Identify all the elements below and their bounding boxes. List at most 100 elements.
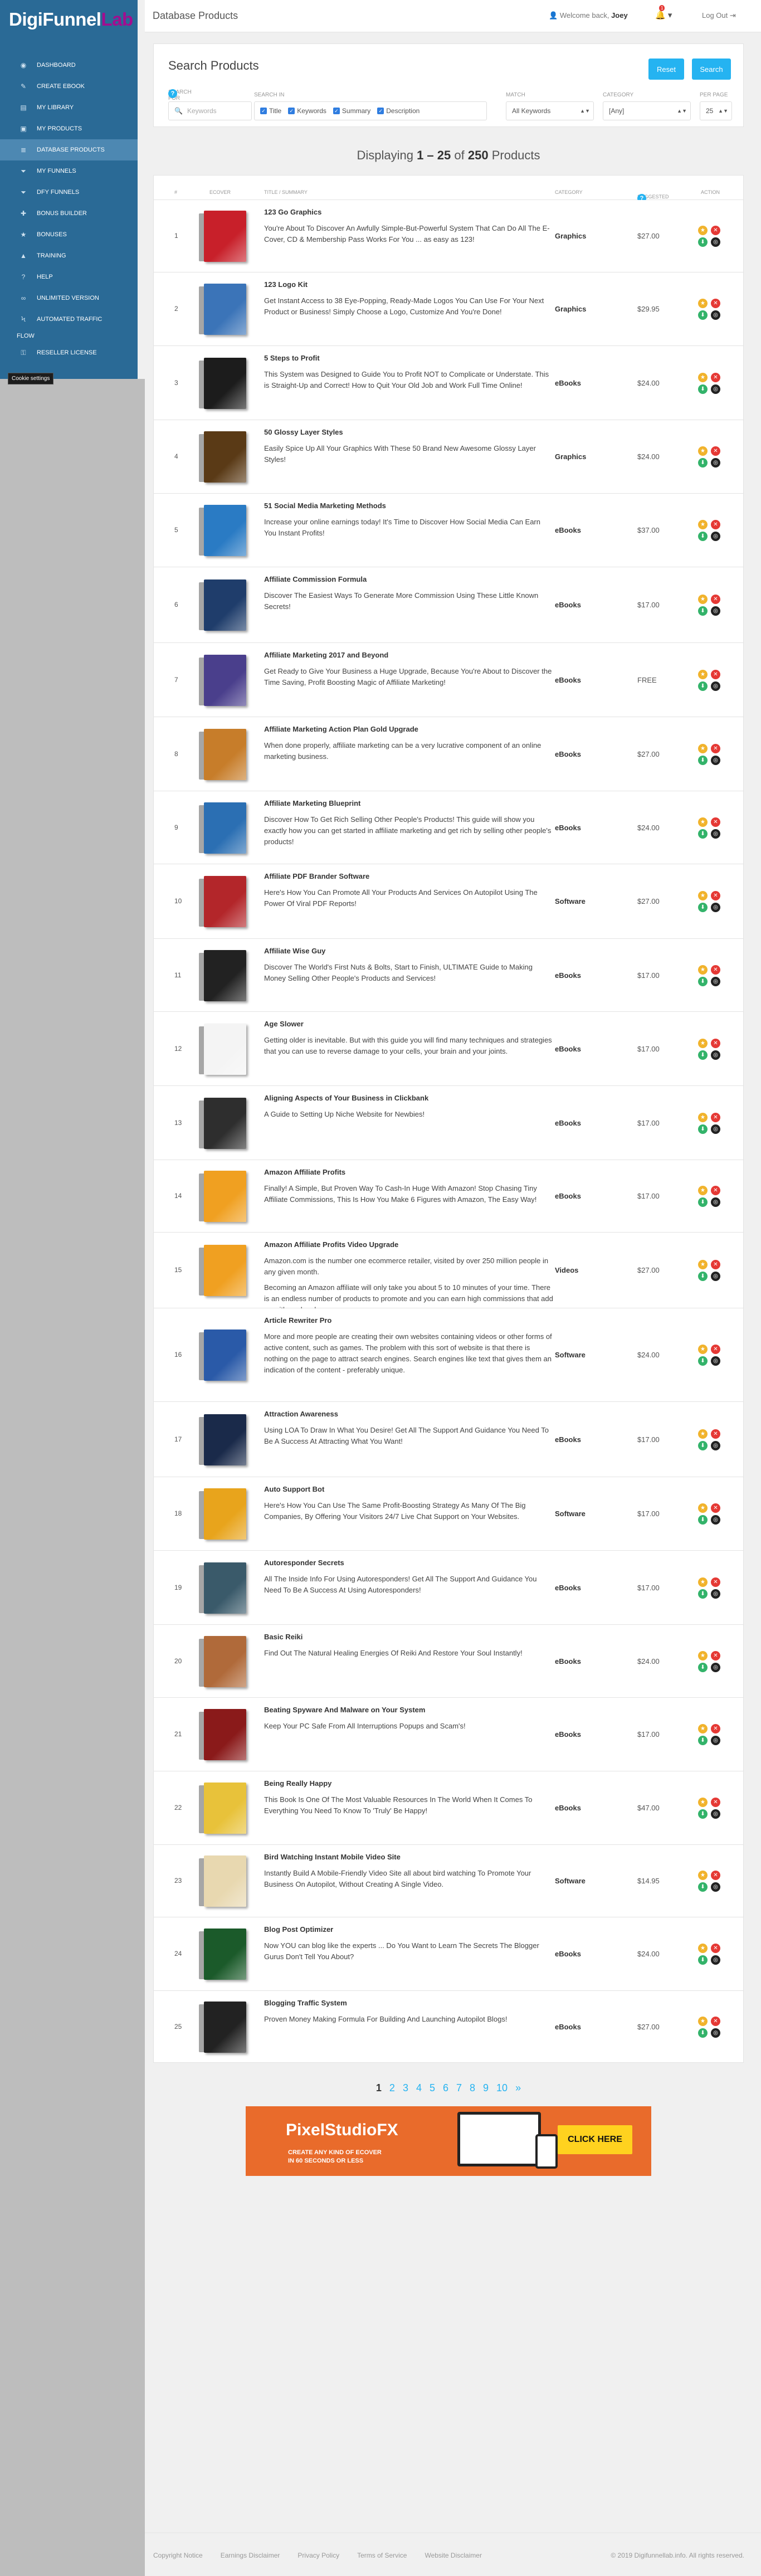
- star-icon[interactable]: ★: [698, 965, 708, 975]
- star-icon[interactable]: ★: [698, 817, 708, 827]
- pager-page[interactable]: 1: [376, 2082, 382, 2094]
- view-icon[interactable]: ◎: [711, 976, 720, 986]
- view-icon[interactable]: ◎: [711, 1197, 720, 1207]
- product-ecover[interactable]: [197, 1019, 253, 1080]
- download-icon[interactable]: ⬇: [698, 1197, 708, 1207]
- view-icon[interactable]: ◎: [711, 606, 720, 616]
- product-title[interactable]: Attraction Awareness: [264, 1410, 554, 1418]
- product-title[interactable]: Age Slower: [264, 1020, 554, 1028]
- delete-icon[interactable]: ✕: [711, 1798, 720, 1807]
- download-icon[interactable]: ⬇: [698, 755, 708, 765]
- product-ecover[interactable]: [197, 1996, 253, 2058]
- product-title[interactable]: Blogging Traffic System: [264, 1999, 554, 2007]
- sidebar-item-bonus-builder[interactable]: ✚ Bonus Builder: [0, 203, 138, 224]
- download-icon[interactable]: ⬇: [698, 2028, 708, 2038]
- help-icon[interactable]: ?: [168, 89, 177, 98]
- view-icon[interactable]: ◎: [711, 903, 720, 912]
- delete-icon[interactable]: ✕: [711, 669, 720, 679]
- download-icon[interactable]: ⬇: [698, 1440, 708, 1450]
- pager-page[interactable]: 3: [403, 2082, 408, 2094]
- logout-link[interactable]: Log Out ⇥: [702, 11, 736, 20]
- product-title[interactable]: Amazon Affiliate Profits Video Upgrade: [264, 1240, 554, 1249]
- product-ecover[interactable]: [197, 279, 253, 340]
- sidebar-item-training[interactable]: ▲ Training: [0, 245, 138, 266]
- download-icon[interactable]: ⬇: [698, 829, 708, 839]
- star-icon[interactable]: ★: [698, 1871, 708, 1880]
- delete-icon[interactable]: ✕: [711, 1944, 720, 1953]
- sidebar-item-unlimited-version[interactable]: ∞ Unlimited Version: [0, 288, 138, 309]
- search-button[interactable]: Search: [692, 59, 731, 80]
- pager-next[interactable]: »: [515, 2082, 521, 2094]
- download-icon[interactable]: ⬇: [698, 1736, 708, 1745]
- product-title[interactable]: Affiliate Commission Formula: [264, 575, 554, 583]
- view-icon[interactable]: ◎: [711, 458, 720, 468]
- download-icon[interactable]: ⬇: [698, 1356, 708, 1366]
- download-icon[interactable]: ⬇: [698, 1809, 708, 1819]
- product-ecover[interactable]: [197, 945, 253, 1006]
- product-ecover[interactable]: [197, 1778, 253, 1839]
- product-title[interactable]: Being Really Happy: [264, 1779, 554, 1788]
- sidebar-item-dfy-funnels[interactable]: ⏷ DFY Funnels: [0, 182, 138, 203]
- view-icon[interactable]: ◎: [711, 1515, 720, 1525]
- reset-button[interactable]: Reset: [648, 59, 684, 80]
- pager-page[interactable]: 6: [443, 2082, 448, 2094]
- delete-icon[interactable]: ✕: [711, 817, 720, 827]
- delete-icon[interactable]: ✕: [711, 891, 720, 900]
- sidebar-item-dashboard[interactable]: ◉ Dashboard: [0, 55, 138, 76]
- footer-link[interactable]: Earnings Disclaimer: [221, 2551, 280, 2559]
- product-ecover[interactable]: [197, 1324, 253, 1386]
- product-title[interactable]: 123 Logo Kit: [264, 280, 554, 289]
- star-icon[interactable]: ★: [698, 372, 708, 382]
- bell-icon[interactable]: 🔔 ▾: [655, 10, 672, 20]
- download-icon[interactable]: ⬇: [698, 237, 708, 247]
- star-icon[interactable]: ★: [698, 1260, 708, 1269]
- view-icon[interactable]: ◎: [711, 755, 720, 765]
- sidebar-item-create-ebook[interactable]: ✎ Create Ebook: [0, 76, 138, 97]
- star-icon[interactable]: ★: [698, 299, 708, 308]
- product-ecover[interactable]: [197, 1704, 253, 1765]
- delete-icon[interactable]: ✕: [711, 595, 720, 604]
- view-icon[interactable]: ◎: [711, 310, 720, 320]
- keyword-input[interactable]: 🔍 Keywords: [168, 101, 252, 120]
- view-icon[interactable]: ◎: [711, 1882, 720, 1892]
- product-ecover[interactable]: [197, 426, 253, 488]
- promo-banner[interactable]: PixelStudioFX CREATE ANY KIND OF ECOVER I…: [246, 2106, 651, 2176]
- delete-icon[interactable]: ✕: [711, 2016, 720, 2026]
- product-title[interactable]: Affiliate Marketing 2017 and Beyond: [264, 651, 554, 659]
- star-icon[interactable]: ★: [698, 891, 708, 900]
- product-title[interactable]: Affiliate PDF Brander Software: [264, 872, 554, 880]
- star-icon[interactable]: ★: [698, 446, 708, 456]
- product-title[interactable]: 51 Social Media Marketing Methods: [264, 501, 554, 510]
- product-title[interactable]: Amazon Affiliate Profits: [264, 1168, 554, 1176]
- product-ecover[interactable]: [197, 1924, 253, 1985]
- delete-icon[interactable]: ✕: [711, 1345, 720, 1354]
- footer-link[interactable]: Privacy Policy: [297, 2551, 339, 2559]
- brand-logo[interactable]: DigiFunnel Lab: [0, 0, 138, 39]
- pager-page[interactable]: 8: [470, 2082, 475, 2094]
- product-title[interactable]: Basic Reiki: [264, 1633, 554, 1641]
- product-ecover[interactable]: [197, 1851, 253, 1912]
- delete-icon[interactable]: ✕: [711, 1112, 720, 1122]
- download-icon[interactable]: ⬇: [698, 1272, 708, 1281]
- view-icon[interactable]: ◎: [711, 1356, 720, 1366]
- delete-icon[interactable]: ✕: [711, 1650, 720, 1660]
- product-title[interactable]: 123 Go Graphics: [264, 208, 554, 216]
- product-title[interactable]: 5 Steps to Profit: [264, 354, 554, 362]
- star-icon[interactable]: ★: [698, 1345, 708, 1354]
- sidebar-item-reseller-license[interactable]: ⚿ Reseller License: [0, 342, 138, 363]
- delete-icon[interactable]: ✕: [711, 372, 720, 382]
- product-title[interactable]: Autoresponder Secrets: [264, 1559, 554, 1567]
- sidebar-item-bonuses[interactable]: ★ Bonuses: [0, 224, 138, 245]
- product-ecover[interactable]: [197, 1240, 253, 1301]
- delete-icon[interactable]: ✕: [711, 1503, 720, 1513]
- star-icon[interactable]: ★: [698, 1112, 708, 1122]
- product-ecover[interactable]: [197, 206, 253, 267]
- cookie-settings-button[interactable]: Cookie settings: [8, 373, 54, 384]
- pager-page[interactable]: 5: [430, 2082, 435, 2094]
- match-select[interactable]: All Keywords ▲▼: [506, 101, 594, 120]
- delete-icon[interactable]: ✕: [711, 446, 720, 456]
- category-select[interactable]: [Any] ▲▼: [603, 101, 691, 120]
- view-icon[interactable]: ◎: [711, 1589, 720, 1599]
- download-icon[interactable]: ⬇: [698, 1124, 708, 1134]
- search-in-title-checkbox[interactable]: ✓ Title: [260, 107, 281, 115]
